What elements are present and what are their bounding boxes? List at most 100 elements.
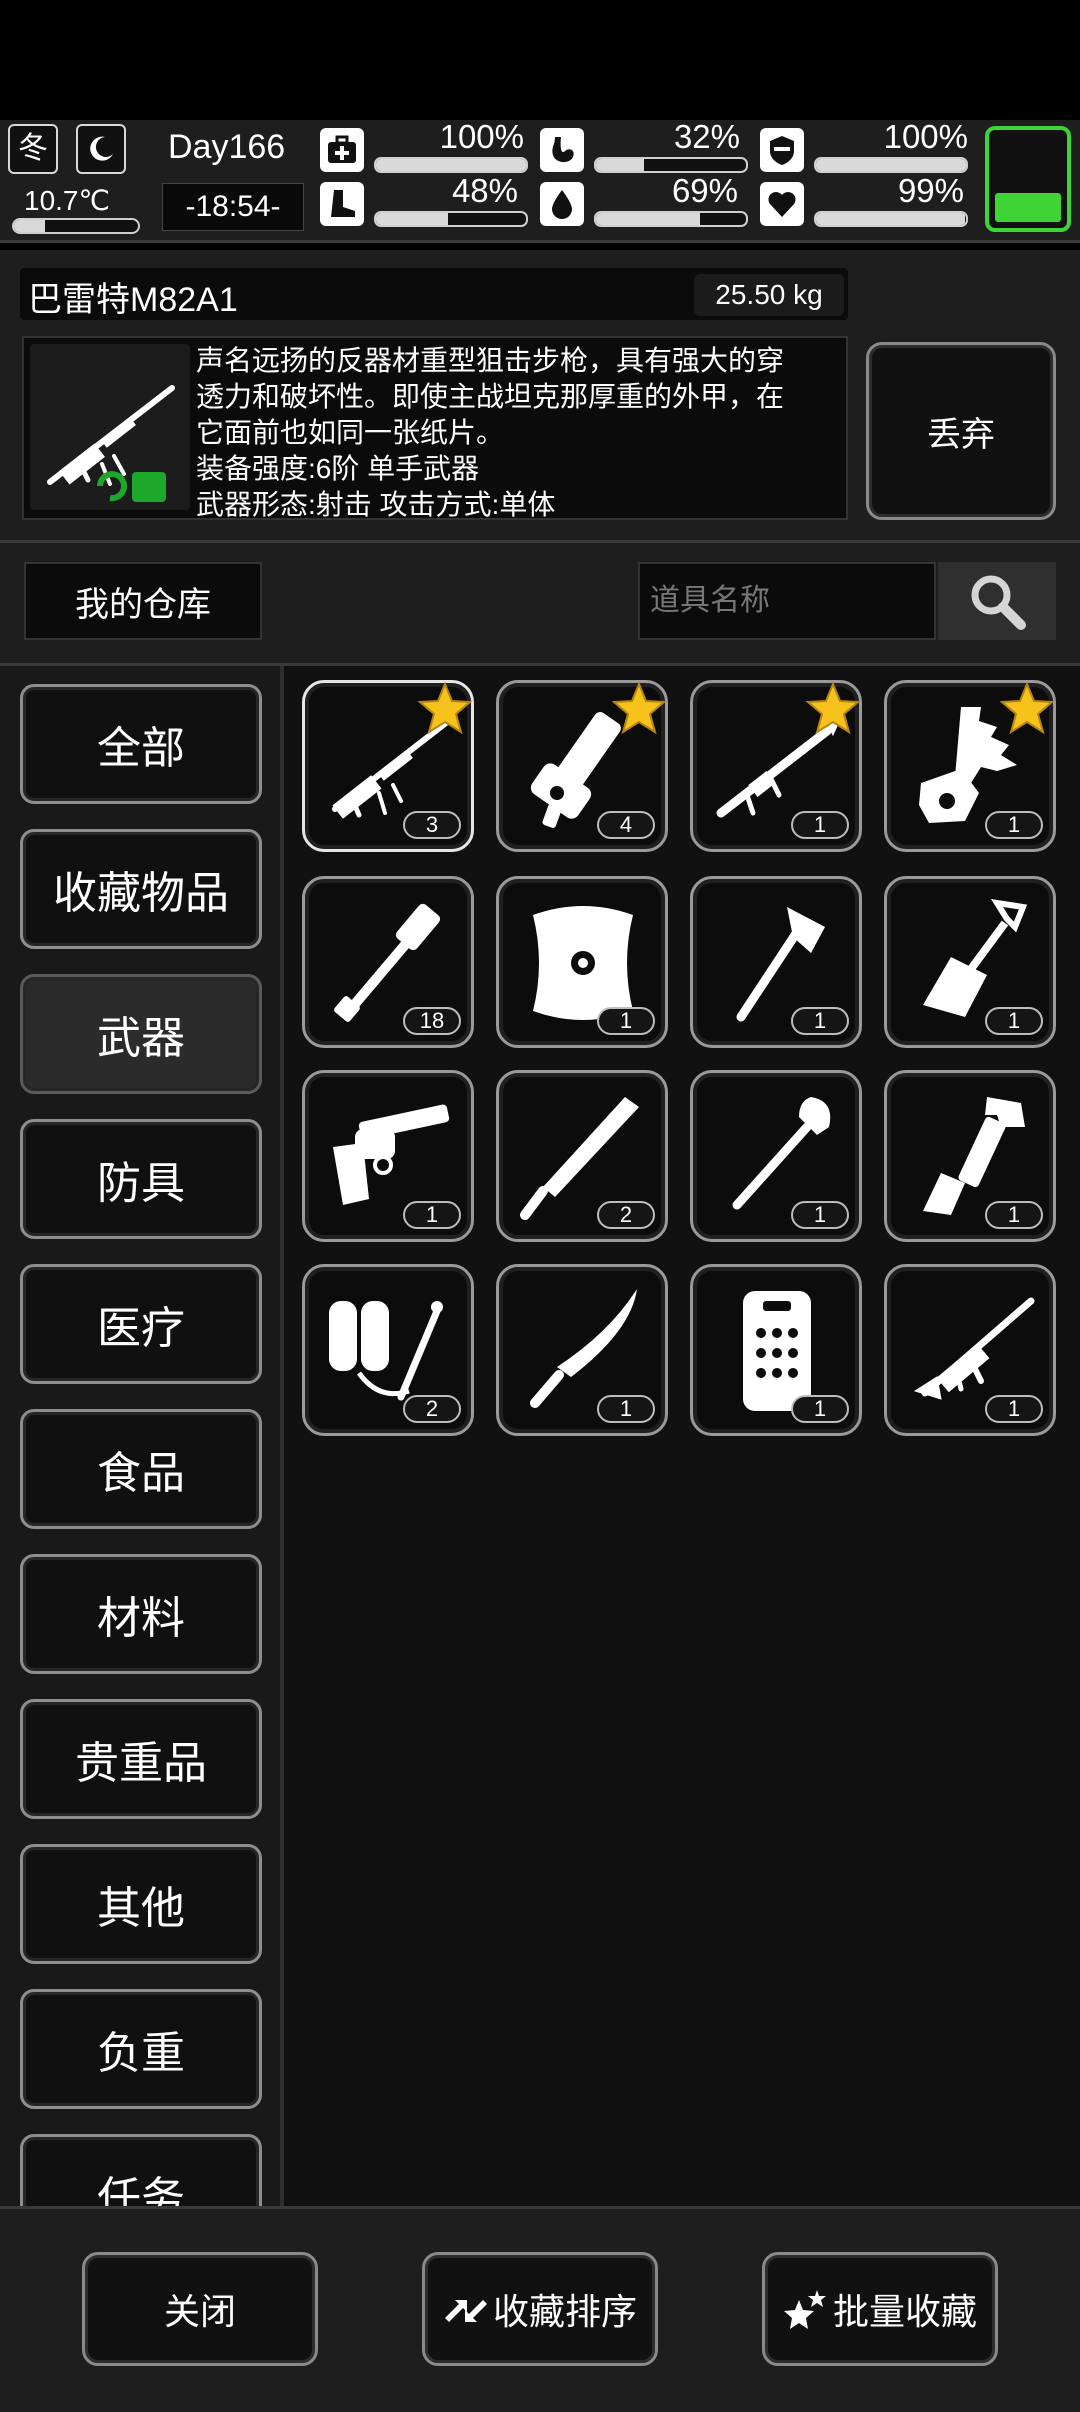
batch-label: 批量收藏: [832, 2291, 977, 2332]
search-icon: [971, 575, 1026, 630]
stomach-icon: [540, 128, 584, 172]
item-count: 1: [985, 1395, 1043, 1423]
item-count: 1: [985, 811, 1043, 839]
category-label: 收藏物品: [53, 869, 229, 918]
item-count: 2: [403, 1395, 461, 1423]
category-label: 材料: [97, 1594, 185, 1643]
water-drop-icon: [540, 182, 584, 226]
category-label: 任务: [97, 2174, 185, 2206]
category-label: 武器: [97, 1014, 185, 1063]
item-slot-round-shield[interactable]: 1: [496, 876, 668, 1048]
temperature-label: 10.7℃: [24, 185, 110, 216]
item-slot-flamethrower[interactable]: 2: [302, 1264, 474, 1436]
favorite-star-icon: [805, 681, 861, 737]
heart-icon: [760, 182, 804, 226]
search-button[interactable]: [938, 562, 1056, 640]
category-food[interactable]: 食品: [20, 1409, 262, 1529]
close-label: 关闭: [163, 2291, 236, 2332]
stamina-bar: [374, 211, 528, 227]
shield-icon: [760, 128, 804, 172]
clock-time: -18:54-: [185, 190, 281, 223]
thirst-bar: [594, 211, 748, 227]
foot-icon: [320, 182, 364, 226]
item-slot-curved-knife[interactable]: 1: [496, 1264, 668, 1436]
crescent-moon-icon: [76, 124, 126, 174]
battery-level: [995, 192, 1061, 222]
category-favorites[interactable]: 收藏物品: [20, 829, 262, 949]
item-description: 声名远扬的反器材重型狙击步枪，具有强大的穿 透力和破坏性。即使主战坦克那厚重的外…: [196, 343, 836, 523]
category-armor[interactable]: 防具: [20, 1119, 262, 1239]
mood-value: 99%: [897, 172, 964, 209]
category-label: 全部: [97, 724, 185, 773]
item-count: 1: [791, 811, 849, 839]
battery-indicator: [985, 126, 1071, 232]
item-form: 武器形态:射击 攻击方式:单体: [196, 489, 556, 520]
category-valuables[interactable]: 贵重品: [20, 1699, 262, 1819]
item-slot-riot-shield[interactable]: 1: [690, 1264, 862, 1436]
item-slot-revolver[interactable]: 1: [302, 1070, 474, 1242]
category-label: 医疗: [97, 1304, 185, 1353]
category-all[interactable]: 全部: [20, 684, 262, 804]
category-divider: [280, 666, 284, 2206]
item-count: 3: [403, 811, 461, 839]
item-strength: 装备强度:6阶 单手武器: [196, 453, 480, 484]
item-slot-machete[interactable]: 2: [496, 1070, 668, 1242]
item-count: 1: [597, 1395, 655, 1423]
category-materials[interactable]: 材料: [20, 1554, 262, 1674]
sniper-rifle-icon: [47, 385, 175, 502]
thermometer-fill: [14, 220, 45, 232]
favorite-sort-button[interactable]: 收藏排序: [422, 2252, 658, 2366]
item-count: 1: [791, 1007, 849, 1035]
description-line: 它面前也如同一张纸片。: [196, 417, 505, 448]
hunger-bar: [594, 157, 748, 173]
close-button[interactable]: 关闭: [82, 2252, 318, 2366]
item-thumbnail: [30, 344, 190, 510]
item-count: 2: [597, 1201, 655, 1229]
item-slot-stick-grenade[interactable]: 18: [302, 876, 474, 1048]
item-count: 1: [985, 1201, 1043, 1229]
thirst-value: 69%: [671, 172, 738, 209]
category-label: 防具: [97, 1159, 185, 1208]
warehouse-label: 我的仓库: [24, 562, 262, 640]
thermometer-bar: [12, 218, 140, 234]
favorite-star-icon: [417, 681, 473, 737]
item-slot-grenade-launcher[interactable]: 4: [496, 680, 668, 852]
stamina-value: 48%: [451, 172, 518, 209]
item-slot-shovel[interactable]: 1: [690, 1070, 862, 1242]
item-slot-chainsaw[interactable]: 1: [884, 680, 1056, 852]
item-count: 1: [791, 1201, 849, 1229]
category-other[interactable]: 其他: [20, 1844, 262, 1964]
category-label: 食品: [97, 1449, 185, 1498]
recycle-icon: [97, 471, 166, 502]
item-slot-folding-shovel[interactable]: 1: [884, 876, 1056, 1048]
category-medical[interactable]: 医疗: [20, 1264, 262, 1384]
armor-bar: [814, 157, 968, 173]
armor-value: 100%: [883, 118, 968, 155]
item-slot-pipe-wrench[interactable]: 1: [884, 1070, 1056, 1242]
category-load[interactable]: 负重: [20, 1989, 262, 2109]
item-slot-rocket-launcher[interactable]: 1: [690, 680, 862, 852]
item-name: 巴雷特M82A1: [28, 281, 238, 319]
discard-button[interactable]: 丢弃: [866, 342, 1056, 520]
stars-icon: [783, 2290, 826, 2329]
item-slot-sniper-rifle[interactable]: 3: [302, 680, 474, 852]
sort-arrows-icon: [444, 2300, 487, 2322]
health-value: 100%: [439, 118, 524, 155]
search-input[interactable]: [638, 562, 936, 640]
item-count: 4: [597, 811, 655, 839]
medkit-icon: [320, 128, 364, 172]
category-weapons[interactable]: 武器: [20, 974, 262, 1094]
item-count: 1: [597, 1007, 655, 1035]
favorite-star-icon: [999, 681, 1055, 737]
item-count: 1: [985, 1007, 1043, 1035]
category-quests[interactable]: 任务: [20, 2134, 262, 2206]
category-label: 其他: [97, 1884, 185, 1933]
batch-favorite-button[interactable]: 批量收藏: [762, 2252, 998, 2366]
mood-bar: [814, 211, 968, 227]
item-slot-assault-rifle[interactable]: 1: [884, 1264, 1056, 1436]
warehouse-text: 我的仓库: [75, 585, 211, 624]
sort-label: 收藏排序: [492, 2291, 637, 2332]
clock: -18:54-: [162, 183, 304, 231]
item-slot-axe[interactable]: 1: [690, 876, 862, 1048]
favorite-star-icon: [611, 681, 667, 737]
